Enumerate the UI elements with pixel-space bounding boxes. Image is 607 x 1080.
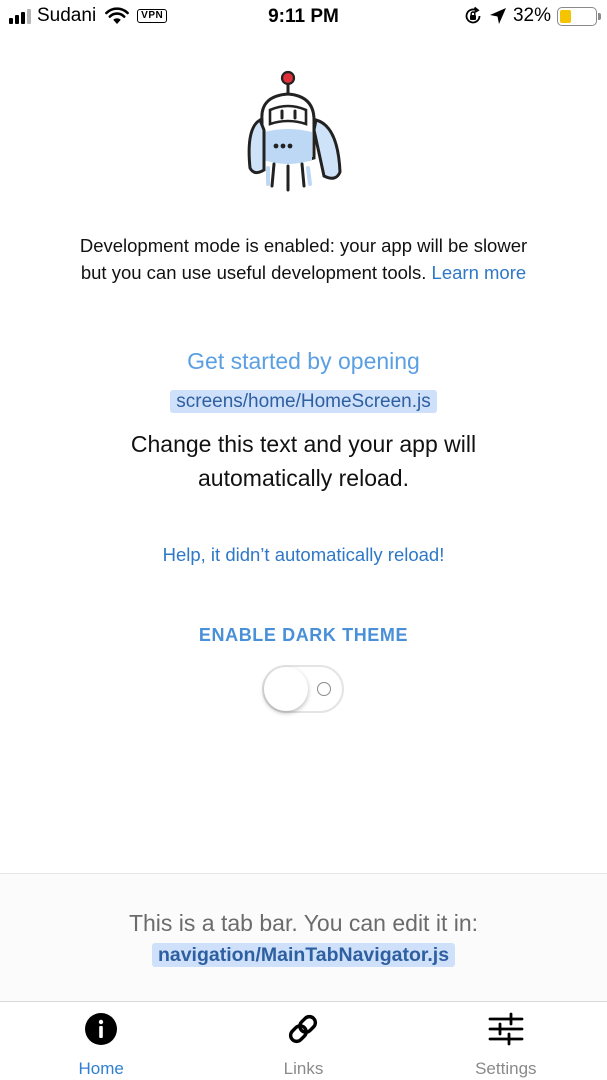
battery-icon (557, 6, 601, 26)
tab-settings-label: Settings (475, 1059, 537, 1078)
dark-theme-label: ENABLE DARK THEME (198, 625, 409, 645)
tab-bar-path-wrap: navigation/MainTabNavigator.js (0, 943, 607, 967)
info-icon (85, 1013, 118, 1045)
tab-bar-info-text: This is a tab bar. You can edit it in: (128, 910, 479, 936)
bottom-tab-bar: Home Links Settings (0, 1001, 607, 1080)
robot-logo (247, 70, 342, 192)
get-started-text: Get started by opening (187, 348, 420, 374)
status-bar: Sudani VPN 9:11 PM 32% (0, 0, 607, 34)
dev-mode-message: Development mode is enabled: your app wi… (70, 232, 537, 286)
dark-theme-toggle[interactable] (262, 665, 344, 713)
toggle-knob (264, 667, 308, 711)
learn-more-link[interactable]: Learn more (432, 262, 527, 283)
screen-path-code: screens/home/HomeScreen.js (170, 390, 437, 413)
tab-links-label: Links (283, 1059, 324, 1078)
link-icon (289, 1014, 318, 1044)
change-text-message: Change this text and your app will autom… (130, 431, 477, 491)
screen-path-wrap: screens/home/HomeScreen.js (0, 390, 607, 413)
orientation-lock-icon (465, 6, 481, 24)
tab-navigator-path-code: navigation/MainTabNavigator.js (151, 943, 456, 967)
location-arrow-icon (489, 8, 506, 24)
help-reload-link[interactable]: Help, it didn’t automatically reload! (0, 544, 607, 566)
status-right: 32% (463, 5, 601, 27)
toggle-off-indicator-icon (317, 682, 331, 696)
tab-home[interactable]: Home (0, 1002, 202, 1080)
tab-settings[interactable]: Settings (405, 1002, 607, 1080)
battery-percent: 32% (512, 5, 551, 26)
tab-bar-info: This is a tab bar. You can edit it in: n… (0, 873, 607, 1001)
sliders-icon (488, 1012, 524, 1046)
tab-home-label: Home (78, 1059, 124, 1078)
tab-links[interactable]: Links (202, 1002, 404, 1080)
